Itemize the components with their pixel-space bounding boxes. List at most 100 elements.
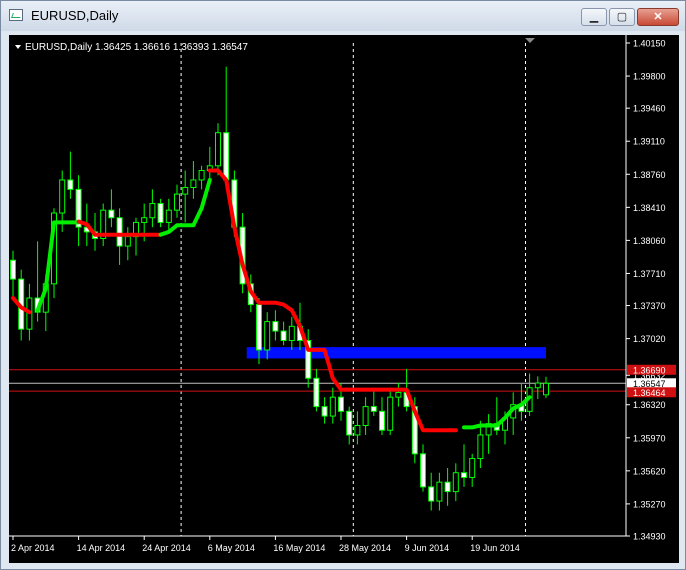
chart-header-info: EURUSD,Daily 1.36425 1.36616 1.36393 1.3…	[25, 42, 248, 53]
candle-body	[108, 209, 115, 219]
candle[interactable]	[485, 414, 492, 454]
candle-body	[338, 396, 344, 412]
candle[interactable]	[444, 468, 451, 506]
candle[interactable]	[272, 310, 279, 341]
y-tick-label: 1.34930	[633, 532, 666, 542]
candle-body	[461, 472, 467, 478]
x-tick-label: 9 Jun 2014	[405, 543, 450, 553]
candle[interactable]	[461, 444, 467, 487]
price-label: 1.36464	[633, 388, 666, 398]
candle-body	[313, 377, 320, 408]
candle-body	[198, 170, 205, 181]
candle-body	[124, 236, 131, 247]
chart-area[interactable]: 1.40150 1.39800 1.39460 1.39110 1.38760 1.384…	[9, 35, 679, 563]
candle[interactable]	[526, 373, 533, 417]
candle[interactable]	[190, 161, 197, 199]
maximize-button[interactable]: ▢	[609, 8, 635, 26]
candle[interactable]	[67, 151, 74, 199]
y-tick-label: 1.37710	[633, 269, 666, 279]
candle-body	[534, 382, 541, 389]
candle[interactable]	[493, 397, 500, 435]
candle-body	[469, 458, 476, 478]
close-button[interactable]: ✕	[637, 8, 679, 26]
candle[interactable]	[534, 376, 541, 400]
candle-body	[543, 382, 549, 396]
y-tick-label: 1.38060	[633, 236, 666, 246]
candle[interactable]	[362, 397, 369, 435]
candle-body	[379, 410, 385, 431]
candle-body	[272, 321, 279, 332]
candle-body	[346, 410, 353, 436]
candle[interactable]	[174, 184, 180, 218]
candle-body	[149, 203, 156, 219]
candle[interactable]	[223, 66, 230, 190]
candle-body	[477, 434, 484, 460]
candle[interactable]	[313, 368, 320, 412]
candle-body	[288, 325, 295, 342]
candle[interactable]	[452, 463, 459, 502]
candle[interactable]	[124, 227, 131, 261]
candle[interactable]	[420, 444, 426, 492]
candle[interactable]	[206, 146, 213, 180]
candle[interactable]	[165, 198, 172, 232]
candle[interactable]	[10, 250, 16, 298]
candle[interactable]	[428, 472, 435, 511]
candle-body	[354, 425, 361, 436]
price-label: 1.36690	[633, 365, 666, 375]
window-titlebar[interactable]: EURUSD,Daily ▁ ▢ ✕	[1, 1, 685, 31]
candle[interactable]	[215, 123, 221, 176]
candle-body	[256, 304, 262, 351]
minimize-button[interactable]: ▁	[581, 8, 607, 26]
candle[interactable]	[100, 203, 107, 247]
y-tick-label: 1.37370	[633, 301, 666, 311]
x-tick-label: 19 Jun 2014	[470, 543, 520, 553]
candle[interactable]	[436, 472, 443, 511]
candle[interactable]	[329, 387, 336, 424]
candle[interactable]	[157, 198, 164, 228]
y-tick-label: 1.35620	[633, 466, 666, 476]
y-tick-label: 1.39800	[633, 72, 666, 82]
candle[interactable]	[321, 397, 328, 424]
y-tick-label: 1.38410	[633, 203, 666, 213]
candle-body	[428, 486, 435, 502]
candle[interactable]	[182, 170, 189, 223]
candle-body	[387, 396, 394, 431]
candle[interactable]	[75, 175, 82, 247]
candle-body	[223, 132, 230, 181]
candle[interactable]	[370, 387, 377, 417]
candle[interactable]	[346, 406, 353, 445]
candle[interactable]	[354, 411, 361, 445]
candle[interactable]	[379, 397, 385, 435]
header-dropdown-icon[interactable]	[15, 45, 21, 49]
trend-line	[35, 220, 81, 313]
candle[interactable]	[305, 329, 312, 388]
candle[interactable]	[198, 165, 205, 190]
chart-app-icon	[9, 9, 23, 21]
candle-body	[436, 481, 443, 502]
candle[interactable]	[108, 189, 115, 228]
chart-window: EURUSD,Daily ▁ ▢ ✕ 1.40150 1.39800 1.39460…	[0, 0, 686, 570]
candle[interactable]	[149, 189, 156, 228]
x-tick-label: 14 Apr 2014	[77, 543, 126, 553]
x-tick-label: 28 May 2014	[339, 543, 391, 553]
price-chart[interactable]: 1.40150 1.39800 1.39460 1.39110 1.38760 1.384…	[9, 35, 679, 563]
candle[interactable]	[510, 392, 517, 435]
candle[interactable]	[280, 321, 287, 346]
candle[interactable]	[469, 453, 476, 487]
candle[interactable]	[543, 376, 549, 398]
candle-body	[190, 179, 197, 188]
candle-body	[264, 321, 271, 351]
candle-body	[280, 330, 287, 341]
x-tick-label: 6 May 2014	[208, 543, 255, 553]
candle-body	[215, 132, 221, 167]
candle-body	[420, 453, 426, 488]
shift-marker-icon[interactable]	[525, 38, 535, 43]
x-tick-label: 16 May 2014	[273, 543, 325, 553]
y-tick-label: 1.39110	[633, 137, 665, 147]
candle[interactable]	[395, 383, 402, 407]
candle-body	[116, 217, 123, 247]
candle-body	[174, 193, 180, 211]
candle[interactable]	[387, 387, 394, 435]
candle[interactable]	[288, 316, 295, 350]
candle-body	[362, 406, 369, 427]
